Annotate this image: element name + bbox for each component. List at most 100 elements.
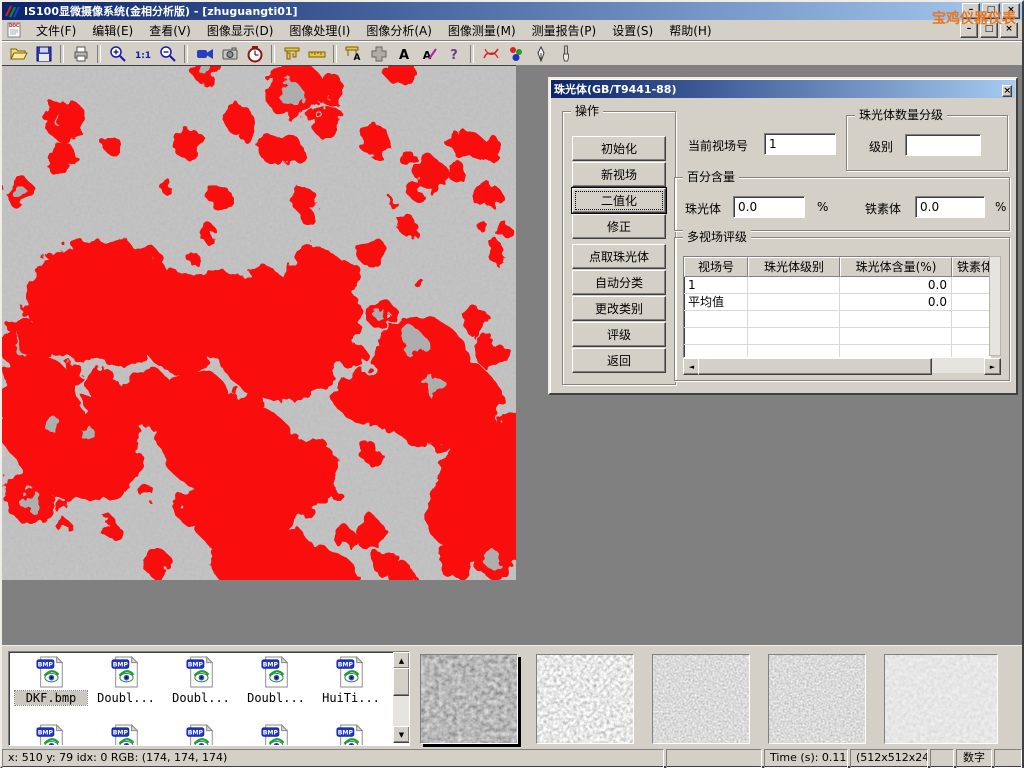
file-name: Doubl...	[90, 691, 162, 705]
timer-icon[interactable]	[242, 43, 267, 65]
current-field-input[interactable]	[764, 133, 836, 155]
close-button[interactable]: ×	[1002, 3, 1020, 19]
metallographic-image[interactable]	[2, 65, 516, 580]
menu-item-image-display[interactable]: 图像显示(D)	[199, 20, 282, 41]
menu-bar: DOC 文件(F)编辑(E)查看(V)图像显示(D)图像处理(I)图像分析(A)…	[2, 20, 1022, 41]
file-item[interactable]: BMPDoubl...	[165, 656, 237, 705]
change-class-button[interactable]: 更改类别	[572, 296, 666, 321]
table-vertical-scrollbar[interactable]	[989, 256, 1001, 356]
menu-item-image-process[interactable]: 图像处理(I)	[281, 20, 358, 41]
file-item[interactable]: BMPDKF.bmp	[15, 656, 87, 705]
camera-capture-icon[interactable]	[217, 43, 242, 65]
svg-text:BMP: BMP	[188, 729, 204, 736]
edit-annotation-icon[interactable]: A	[416, 43, 441, 65]
menu-item-settings[interactable]: 设置(S)	[604, 20, 661, 41]
zoom-in-icon[interactable]	[105, 43, 130, 65]
file-item[interactable]: BMP	[90, 724, 162, 746]
table-row[interactable]	[684, 311, 990, 328]
status-empty-2	[930, 749, 954, 768]
table-cell	[840, 311, 952, 327]
menu-item-help[interactable]: 帮助(H)	[661, 20, 719, 41]
scroll-thumb[interactable]	[698, 358, 932, 375]
file-item[interactable]: BMP	[315, 724, 387, 746]
restore-button[interactable]: □	[982, 3, 1000, 19]
table-header-cell: 视场号	[684, 257, 748, 277]
actual-size-icon[interactable]: 1:1	[130, 43, 155, 65]
new-field-button[interactable]: 新视场	[572, 162, 666, 187]
return-button[interactable]: 返回	[572, 348, 666, 373]
print-icon[interactable]	[68, 43, 93, 65]
caliper-icon[interactable]	[279, 43, 304, 65]
level-input[interactable]	[905, 134, 981, 156]
minimize-button[interactable]: –	[962, 3, 980, 19]
file-item[interactable]: BMP	[15, 724, 87, 746]
initialize-button[interactable]: 初始化	[572, 136, 666, 161]
scroll-up-icon[interactable]: ▲	[393, 652, 410, 669]
operation-group: 操作 初始化新视场二值化修正点取珠光体自动分类更改类别评级返回	[562, 111, 676, 385]
svg-text:BMP: BMP	[263, 661, 279, 668]
mdi-minimize-button[interactable]: –	[960, 22, 978, 38]
bmp-file-icon: BMP	[240, 656, 312, 691]
pearlite-dialog: 珠光体(GB/T9441-88) × 操作 初始化新视场二值化修正点取珠光体自动…	[548, 77, 1018, 395]
menu-item-image-analysis[interactable]: 图像分析(A)	[358, 20, 440, 41]
binarize-button[interactable]: 二值化	[572, 188, 666, 213]
brush-tool-icon[interactable]	[553, 43, 578, 65]
menu-item-edit[interactable]: 编辑(E)	[84, 20, 141, 41]
pen-tool-icon[interactable]	[528, 43, 553, 65]
level-label: 级别	[869, 138, 893, 155]
file-item[interactable]: BMP	[240, 724, 312, 746]
operation-group-title: 操作	[571, 104, 603, 118]
pearlite-percent-input[interactable]	[733, 196, 805, 218]
preview-thumbnail[interactable]	[768, 654, 866, 744]
bmp-file-icon: BMP	[90, 724, 162, 746]
dialog-close-button[interactable]: ×	[1002, 85, 1012, 97]
help-icon[interactable]: ?	[441, 43, 466, 65]
curve-measure-icon[interactable]	[478, 43, 503, 65]
table-cell	[684, 311, 748, 327]
table-row[interactable]: 平均值0.0	[684, 294, 990, 311]
table-row[interactable]: 10.0	[684, 277, 990, 294]
image-stitch-icon[interactable]	[366, 43, 391, 65]
menu-item-image-measure[interactable]: 图像测量(M)	[440, 20, 524, 41]
text-annotation-icon[interactable]: A	[391, 43, 416, 65]
correct-button[interactable]: 修正	[572, 214, 666, 239]
svg-text:A: A	[353, 53, 360, 63]
preview-thumbnail[interactable]	[652, 654, 750, 744]
file-item[interactable]: BMPDoubl...	[90, 656, 162, 705]
open-icon[interactable]	[6, 43, 31, 65]
table-row[interactable]	[684, 345, 990, 358]
menu-item-file[interactable]: 文件(F)	[28, 20, 84, 41]
table-cell	[748, 328, 840, 344]
zoom-out-icon[interactable]	[155, 43, 180, 65]
save-icon[interactable]	[31, 43, 56, 65]
preview-thumbnail[interactable]	[884, 654, 998, 744]
scroll-right-icon[interactable]: ►	[984, 358, 1001, 375]
svg-text:BMP: BMP	[188, 661, 204, 668]
phase-points-icon[interactable]	[503, 43, 528, 65]
menu-item-measure-report[interactable]: 测量报告(P)	[524, 20, 605, 41]
table-row[interactable]	[684, 328, 990, 345]
rating-table[interactable]: 视场号珠光体级别珠光体含量(%)铁素体含量(%)10.0平均值0.0	[683, 256, 991, 358]
pick-pearlite-button[interactable]: 点取珠光体	[572, 244, 666, 269]
table-cell	[748, 345, 840, 358]
measure-label-icon[interactable]: A	[341, 43, 366, 65]
file-item[interactable]: BMP	[165, 724, 237, 746]
preview-thumbnail[interactable]	[420, 654, 518, 744]
file-item[interactable]: BMPHuiTi...	[315, 656, 387, 705]
mdi-restore-button[interactable]: □	[980, 22, 998, 38]
file-item[interactable]: BMPDoubl...	[240, 656, 312, 705]
filelist-vertical-scrollbar[interactable]: ▲▼	[393, 652, 409, 743]
toolbar-separator	[97, 45, 101, 63]
table-horizontal-scrollbar[interactable]: ◄ ►	[683, 358, 1001, 373]
ruler-icon[interactable]	[304, 43, 329, 65]
bmp-file-icon: BMP	[15, 724, 87, 746]
mdi-close-button[interactable]: ×	[1000, 22, 1018, 38]
video-capture-icon[interactable]	[192, 43, 217, 65]
scroll-down-icon[interactable]: ▼	[393, 726, 410, 743]
ferrite-percent-input[interactable]	[915, 196, 985, 218]
scroll-thumb[interactable]	[393, 668, 410, 696]
menu-item-view[interactable]: 查看(V)	[141, 20, 199, 41]
grade-button[interactable]: 评级	[572, 322, 666, 347]
auto-classify-button[interactable]: 自动分类	[572, 270, 666, 295]
preview-thumbnail[interactable]	[536, 654, 634, 744]
